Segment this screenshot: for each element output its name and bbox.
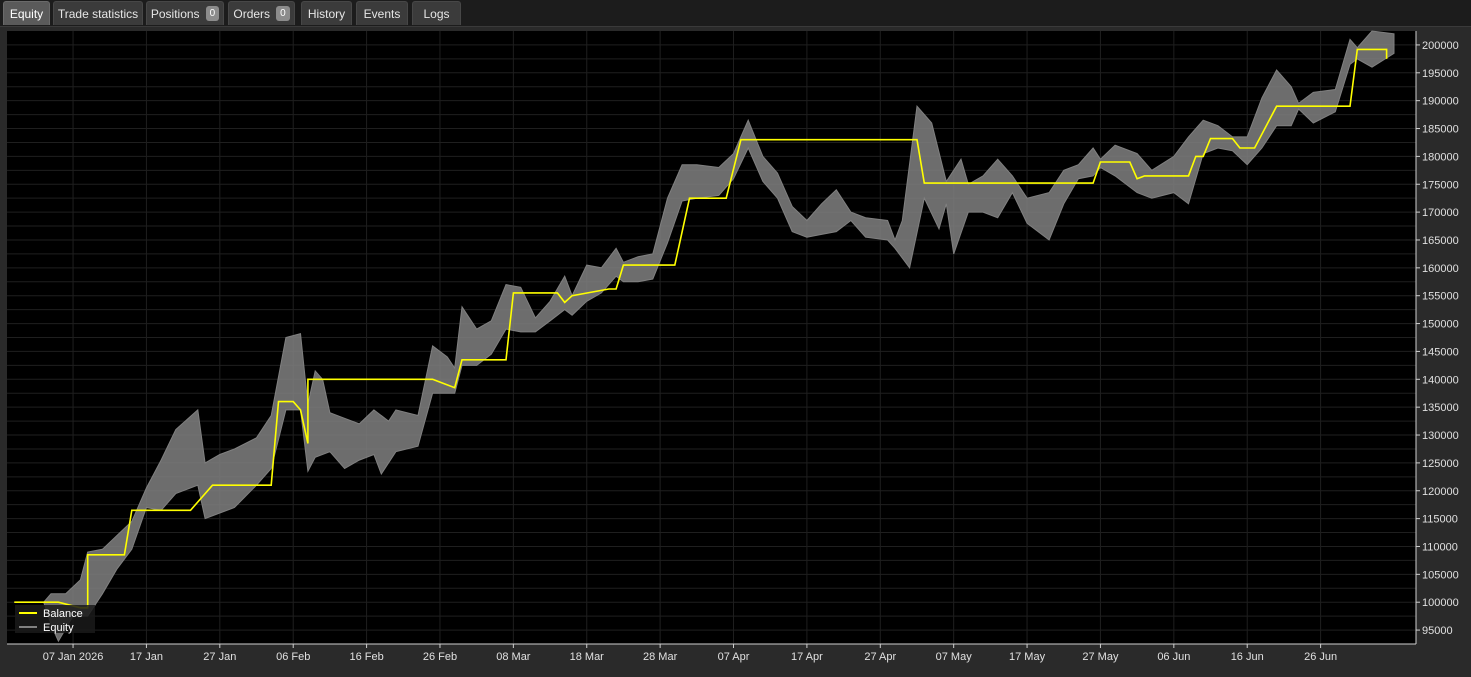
- legend: Balance Equity: [15, 605, 95, 634]
- y-tick-label: 145000: [1422, 346, 1459, 358]
- y-axis: 95000 100000 105000 110000 115000 120000 12500…: [1416, 40, 1459, 637]
- y-tick-label: 140000: [1422, 374, 1459, 386]
- x-axis: 07 Jan 2026 17 Jan 27 Jan 06 Feb 16 Feb 26 Fe…: [43, 644, 1337, 663]
- x-tick-label: 27 May: [1082, 651, 1119, 663]
- y-tick-label: 135000: [1422, 402, 1459, 414]
- x-tick-label: 16 Jun: [1231, 651, 1264, 663]
- y-tick-label: 120000: [1422, 486, 1459, 498]
- y-tick-label: 180000: [1422, 151, 1459, 163]
- x-tick-label: 27 Jan: [203, 651, 236, 663]
- legend-label-equity: Equity: [43, 622, 74, 634]
- x-tick-label: 26 Jun: [1304, 651, 1337, 663]
- x-tick-label: 28 Mar: [643, 651, 678, 663]
- y-tick-label: 185000: [1422, 124, 1459, 136]
- x-tick-label: 17 Jan: [130, 651, 163, 663]
- y-tick-label: 190000: [1422, 96, 1459, 108]
- y-tick-label: 115000: [1422, 514, 1458, 526]
- y-tick-label: 130000: [1422, 430, 1459, 442]
- y-tick-label: 110000: [1422, 541, 1458, 553]
- x-tick-label: 08 Mar: [496, 651, 531, 663]
- y-tick-label: 160000: [1422, 263, 1459, 275]
- y-tick-label: 125000: [1422, 458, 1459, 470]
- y-tick-label: 165000: [1422, 235, 1459, 247]
- x-tick-label: 17 May: [1009, 651, 1046, 663]
- y-tick-label: 170000: [1422, 207, 1459, 219]
- x-tick-label: 07 Jan 2026: [43, 651, 104, 663]
- x-tick-label: 18 Mar: [570, 651, 605, 663]
- y-tick-label: 195000: [1422, 68, 1459, 80]
- y-tick-label: 175000: [1422, 179, 1459, 191]
- x-tick-label: 27 Apr: [864, 651, 896, 663]
- equity-chart[interactable]: 95000 100000 105000 110000 115000 120000 12500…: [0, 0, 1471, 677]
- y-tick-label: 95000: [1422, 625, 1453, 637]
- x-tick-label: 06 Feb: [276, 651, 310, 663]
- x-tick-label: 07 Apr: [718, 651, 750, 663]
- legend-label-balance: Balance: [43, 608, 83, 620]
- x-tick-label: 06 Jun: [1157, 651, 1190, 663]
- y-tick-label: 150000: [1422, 319, 1459, 331]
- y-tick-label: 155000: [1422, 291, 1459, 303]
- x-tick-label: 16 Feb: [349, 651, 383, 663]
- y-tick-label: 200000: [1422, 40, 1459, 52]
- x-tick-label: 17 Apr: [791, 651, 823, 663]
- x-tick-label: 07 May: [936, 651, 973, 663]
- x-tick-label: 26 Feb: [423, 651, 457, 663]
- y-tick-label: 105000: [1422, 569, 1459, 581]
- y-tick-label: 100000: [1422, 597, 1459, 609]
